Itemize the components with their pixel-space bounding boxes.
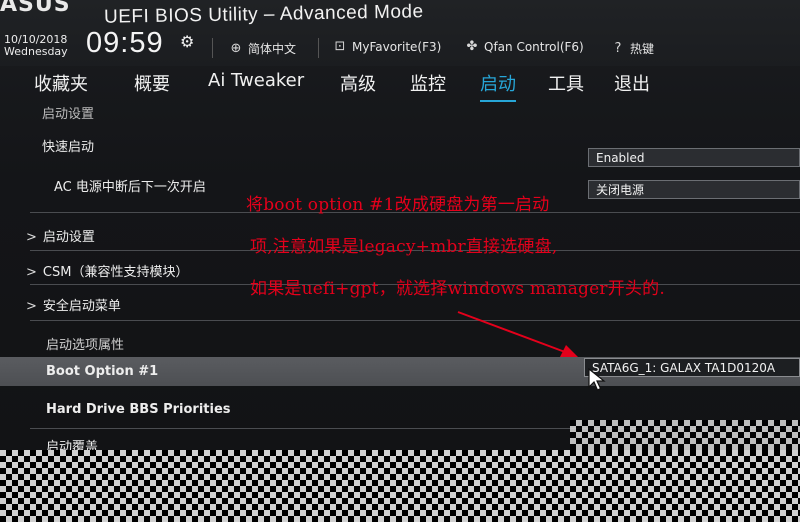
boot-option-1-label: Boot Option #1 bbox=[46, 364, 159, 379]
date-display: 10/10/2018 Wednesday bbox=[4, 34, 68, 58]
favorite-icon: ⊡ bbox=[334, 39, 346, 54]
qfan-control-button[interactable]: ✤ Qfan Control(F6) bbox=[464, 39, 584, 55]
clock-display: 09:59 bbox=[86, 27, 164, 59]
hotkeys-button[interactable]: ? 热键 bbox=[610, 40, 654, 57]
globe-icon: ⊕ bbox=[230, 40, 242, 56]
chevron-right-icon: > bbox=[26, 299, 37, 314]
annotation-line-1: 将boot option #1改成硬盘为第一启动 bbox=[246, 195, 550, 215]
tab-boot[interactable]: 启动 bbox=[480, 70, 516, 102]
fast-boot-select[interactable]: Enabled bbox=[588, 148, 800, 167]
tab-overview[interactable]: 概要 bbox=[134, 70, 170, 96]
hotkeys-label: 热键 bbox=[630, 42, 655, 56]
asus-logo: ASUS bbox=[0, 0, 71, 17]
fast-boot-label: 快速启动 bbox=[42, 140, 95, 155]
checker-noise-overlay bbox=[0, 450, 800, 522]
ac-power-loss-label: AC 电源中断后下一次开启 bbox=[54, 180, 206, 195]
annotation-line-3: 如果是uefi+gpt，就选择windows manager开头的. bbox=[250, 279, 665, 299]
breadcrumb: 启动设置 bbox=[42, 107, 95, 122]
tab-ai-tweaker[interactable]: Ai Tweaker bbox=[208, 70, 304, 91]
help-icon: ? bbox=[614, 40, 622, 56]
mouse-cursor-icon bbox=[588, 368, 606, 391]
language-label: 简体中文 bbox=[248, 42, 297, 56]
chevron-right-icon: > bbox=[26, 230, 37, 245]
language-button[interactable]: ⊕ 简体中文 bbox=[228, 40, 296, 57]
app-title: UEFI BIOS Utility – Advanced Mode bbox=[103, 1, 424, 28]
my-favorite-button[interactable]: ⊡ MyFavorite(F3) bbox=[332, 39, 442, 55]
header-bar: ASUS UEFI BIOS Utility – Advanced Mode 1… bbox=[0, 0, 800, 66]
tab-exit[interactable]: 退出 bbox=[614, 70, 650, 96]
submenu-boot-configuration[interactable]: > 启动设置 bbox=[26, 226, 95, 245]
tab-favorites[interactable]: 收藏夹 bbox=[34, 70, 88, 96]
section-divider bbox=[30, 320, 800, 321]
ac-power-loss-select[interactable]: 关闭电源 bbox=[588, 180, 800, 199]
gear-icon[interactable]: ⚙ bbox=[180, 32, 198, 51]
submenu-secure-boot[interactable]: > 安全启动菜单 bbox=[26, 295, 121, 314]
main-tabs: 收藏夹 概要 Ai Tweaker 高级 监控 启动 工具 退出 bbox=[0, 66, 800, 102]
tab-advanced[interactable]: 高级 bbox=[340, 70, 376, 96]
hard-drive-bbs-priorities[interactable]: Hard Drive BBS Priorities bbox=[46, 402, 231, 417]
tab-monitor[interactable]: 监控 bbox=[410, 70, 446, 96]
boot-override-heading: 启动覆盖 bbox=[46, 440, 99, 450]
chevron-right-icon: > bbox=[26, 265, 37, 280]
weekday-text: Wednesday bbox=[4, 45, 68, 58]
tab-tool[interactable]: 工具 bbox=[548, 70, 584, 96]
my-favorite-label: MyFavorite(F3) bbox=[352, 40, 442, 54]
header-divider bbox=[318, 38, 319, 58]
annotation-line-2: 项,注意如果是legacy+mbr直接选硬盘, bbox=[250, 237, 558, 257]
submenu-label: CSM（兼容性支持模块） bbox=[42, 265, 189, 280]
bios-screen: ASUS UEFI BIOS Utility – Advanced Mode 1… bbox=[0, 0, 800, 450]
submenu-csm[interactable]: > CSM（兼容性支持模块） bbox=[26, 261, 188, 280]
fan-icon: ✤ bbox=[466, 39, 478, 54]
boot-option-priorities-heading: 启动选项属性 bbox=[46, 338, 125, 353]
checker-noise-overlay-top bbox=[570, 420, 800, 450]
submenu-label: 启动设置 bbox=[42, 230, 95, 245]
header-divider bbox=[212, 38, 213, 58]
submenu-label: 安全启动菜单 bbox=[42, 299, 121, 314]
boot-option-1-select[interactable]: SATA6G_1: GALAX TA1D0120A bbox=[584, 358, 800, 377]
qfan-label: Qfan Control(F6) bbox=[484, 40, 584, 54]
